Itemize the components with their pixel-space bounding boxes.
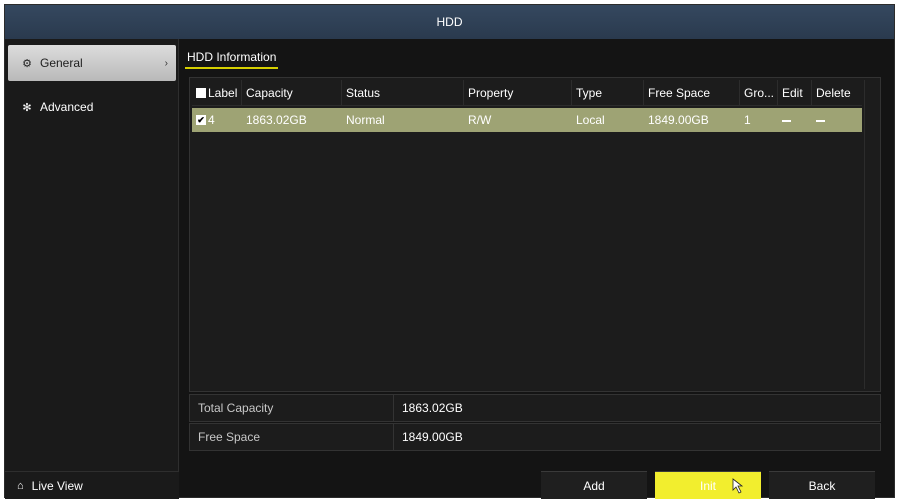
row-capacity: 1863.02GB [246, 113, 307, 127]
total-capacity-row: Total Capacity 1863.02GB [189, 394, 881, 422]
tab-hdd-information[interactable]: HDD Information [185, 47, 279, 69]
row-label-cell: ✔ 4 [196, 113, 215, 127]
sidebar-item-advanced[interactable]: ✻ Advanced [8, 89, 176, 125]
delete-button[interactable] [812, 108, 862, 132]
row-type: Local [576, 113, 605, 127]
total-capacity-label: Total Capacity [190, 395, 394, 421]
column-header-property: Property [464, 80, 572, 106]
sidebar-item-general[interactable]: ⚙ General › [8, 45, 176, 81]
row-group: 1 [744, 113, 751, 127]
delete-dash-icon [816, 119, 825, 122]
chevron-right-icon: › [164, 57, 168, 69]
mouse-cursor-icon [732, 478, 744, 494]
row-property: R/W [468, 113, 492, 127]
column-header-group: Gro... [740, 80, 778, 106]
home-icon: ⌂ [17, 479, 24, 492]
column-header-edit: Edit [778, 80, 812, 106]
add-button[interactable]: Add [541, 471, 647, 499]
row-status: Normal [346, 113, 385, 127]
live-view-button[interactable]: ⌂ Live View [5, 471, 179, 499]
column-header-free-space: Free Space [644, 80, 740, 106]
hdd-table: Label Capacity Status Property Type Free… [189, 77, 881, 392]
column-header-capacity: Capacity [242, 80, 342, 106]
window-title: HDD [5, 5, 894, 39]
column-header-label[interactable]: Label [192, 80, 242, 106]
sidebar-item-label: Advanced [40, 100, 94, 114]
column-header-type: Type [572, 80, 644, 106]
total-capacity-value: 1863.02GB [402, 401, 463, 415]
free-space-value: 1849.00GB [402, 430, 463, 444]
row-checkbox[interactable]: ✔ [196, 114, 206, 125]
edit-button[interactable] [778, 108, 812, 132]
sidebar-item-label: General [40, 56, 83, 70]
gear-icon: ⚙ [22, 57, 32, 70]
table-row[interactable]: ✔ 4 1863.02GB Normal R/W Local 1849.00GB … [192, 108, 862, 132]
column-header-delete: Delete [816, 86, 851, 100]
column-header-status: Status [342, 80, 464, 106]
table-header: Label Capacity Status Property Type Free… [192, 80, 862, 106]
table-scrollbar[interactable] [864, 80, 876, 389]
free-space-row: Free Space 1849.00GB [189, 423, 881, 451]
row-free-space: 1849.00GB [648, 113, 709, 127]
sidebar: ⚙ General › ✻ Advanced ⌂ Live View [5, 39, 179, 499]
hdd-window: HDD ⚙ General › ✻ Advanced ⌂ Live View H… [4, 4, 895, 499]
edit-dash-icon [782, 119, 791, 122]
select-all-checkbox[interactable] [196, 87, 206, 98]
back-button[interactable]: Back [769, 471, 875, 499]
free-space-label: Free Space [190, 424, 394, 450]
live-view-label: Live View [31, 478, 83, 493]
cog-icon: ✻ [22, 101, 32, 114]
